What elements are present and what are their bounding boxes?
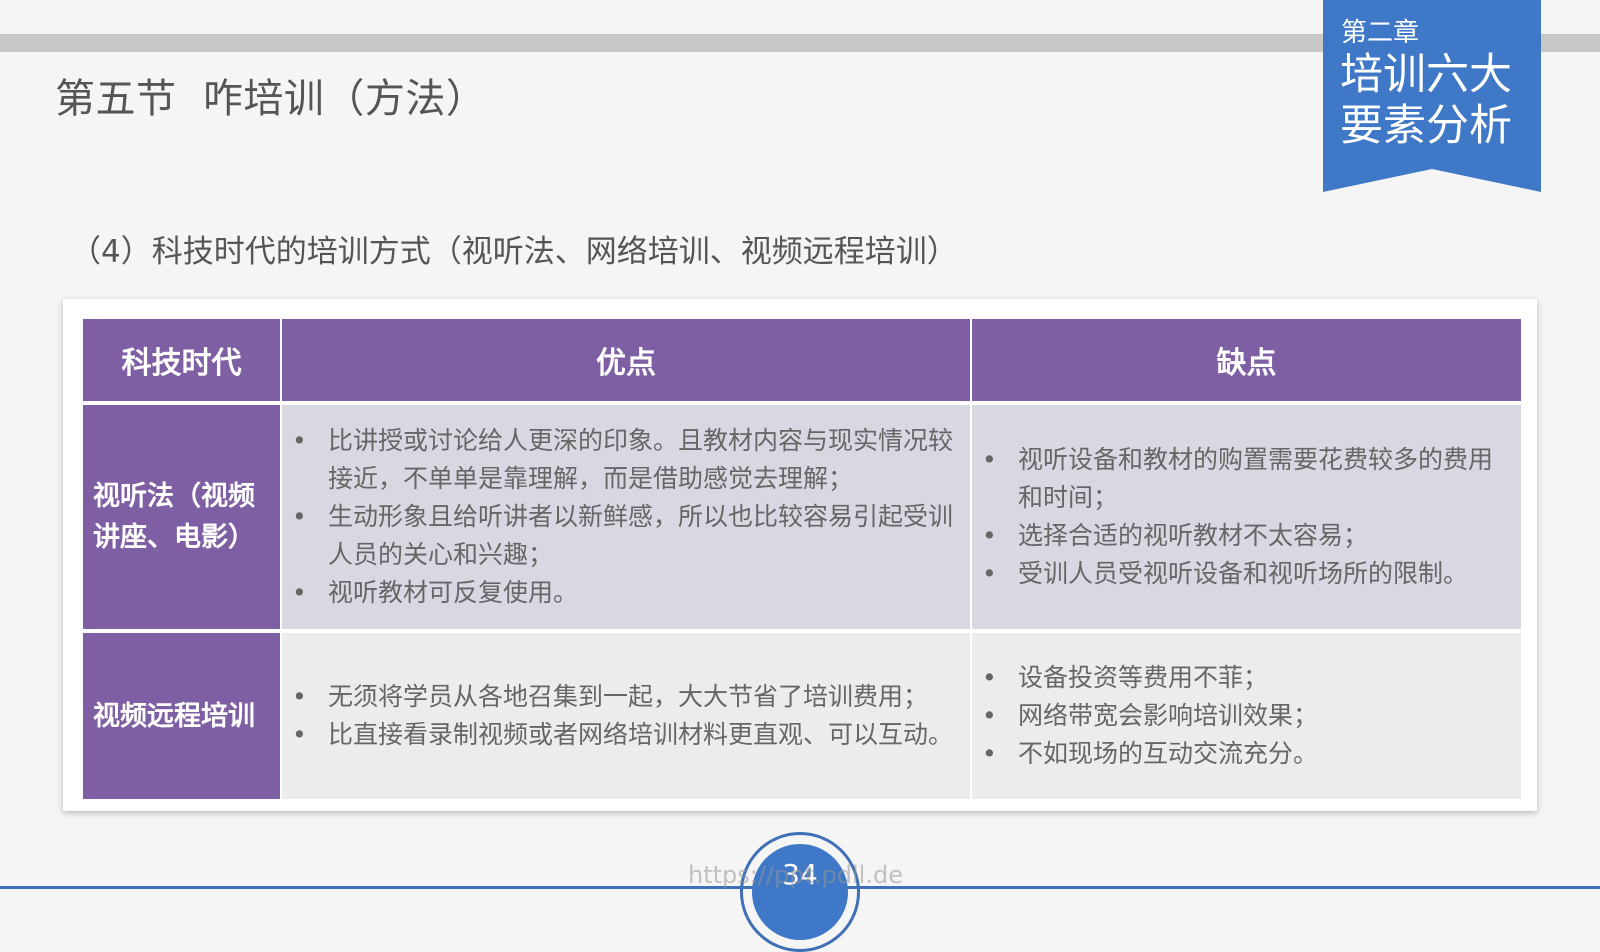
table-header-pros: 优点 (282, 319, 970, 401)
list-item: 网络带宽会影响培训效果； (982, 697, 1318, 735)
list-item: 比讲授或讨论给人更深的印象。且教材内容与现实情况较接近，不单单是靠理解，而是借助… (292, 422, 964, 498)
pros-list: 无须将学员从各地召集到一起，大大节省了培训费用； 比直接看录制视频或者网络培训材… (292, 678, 953, 754)
row-remote-video-cons: 设备投资等费用不菲； 网络带宽会影响培训效果； 不如现场的互动交流充分。 (972, 633, 1521, 799)
cons-list: 视听设备和教材的购置需要花费较多的费用和时间； 选择合适的视听教材不太容易； 受… (982, 441, 1515, 593)
page-title: 第五节 咋培训（方法） (55, 76, 487, 122)
list-item: 视听设备和教材的购置需要花费较多的费用和时间； (982, 441, 1515, 517)
row-label-remote-video: 视频远程培训 (83, 633, 280, 799)
list-item: 受训人员受视听设备和视听场所的限制。 (982, 555, 1515, 593)
row-audiovisual-pros: 比讲授或讨论给人更深的印象。且教材内容与现实情况较接近，不单单是靠理解，而是借助… (282, 405, 970, 629)
list-item: 视听教材可反复使用。 (292, 574, 964, 612)
chapter-title: 培训六大要素分析 (1340, 50, 1512, 151)
cons-list: 设备投资等费用不菲； 网络带宽会影响培训效果； 不如现场的互动交流充分。 (982, 659, 1318, 773)
row-remote-video-pros: 无须将学员从各地召集到一起，大大节省了培训费用； 比直接看录制视频或者网络培训材… (282, 633, 970, 799)
list-item: 选择合适的视听教材不太容易； (982, 517, 1515, 555)
list-item: 无须将学员从各地召集到一起，大大节省了培训费用； (292, 678, 953, 716)
pros-list: 比讲授或讨论给人更深的印象。且教材内容与现实情况较接近，不单单是靠理解，而是借助… (292, 422, 964, 612)
list-item: 生动形象且给听讲者以新鲜感，所以也比较容易引起受训人员的关心和兴趣； (292, 498, 964, 574)
list-item: 比直接看录制视频或者网络培训材料更直观、可以互动。 (292, 716, 953, 754)
row-audiovisual-cons: 视听设备和教材的购置需要花费较多的费用和时间； 选择合适的视听教材不太容易； 受… (972, 405, 1521, 629)
table-header-era: 科技时代 (83, 319, 280, 401)
chapter-badge: 第二章 培训六大要素分析 (1323, 0, 1541, 192)
row-label-audiovisual: 视听法（视频讲座、电影） (83, 405, 280, 629)
watermark-text: https://ppt.pdll.de (688, 861, 903, 889)
list-item: 设备投资等费用不菲； (982, 659, 1318, 697)
chapter-label: 第二章 (1341, 18, 1420, 48)
section-subtitle: （4）科技时代的培训方式（视听法、网络培训、视频远程培训） (70, 234, 958, 270)
table-header-cons: 缺点 (972, 319, 1521, 401)
list-item: 不如现场的互动交流充分。 (982, 735, 1318, 773)
comparison-table: 科技时代 优点 缺点 视听法（视频讲座、电影） 比讲授或讨论给人更深的印象。且教… (83, 319, 1521, 799)
comparison-table-card: 科技时代 优点 缺点 视听法（视频讲座、电影） 比讲授或讨论给人更深的印象。且教… (63, 299, 1537, 811)
